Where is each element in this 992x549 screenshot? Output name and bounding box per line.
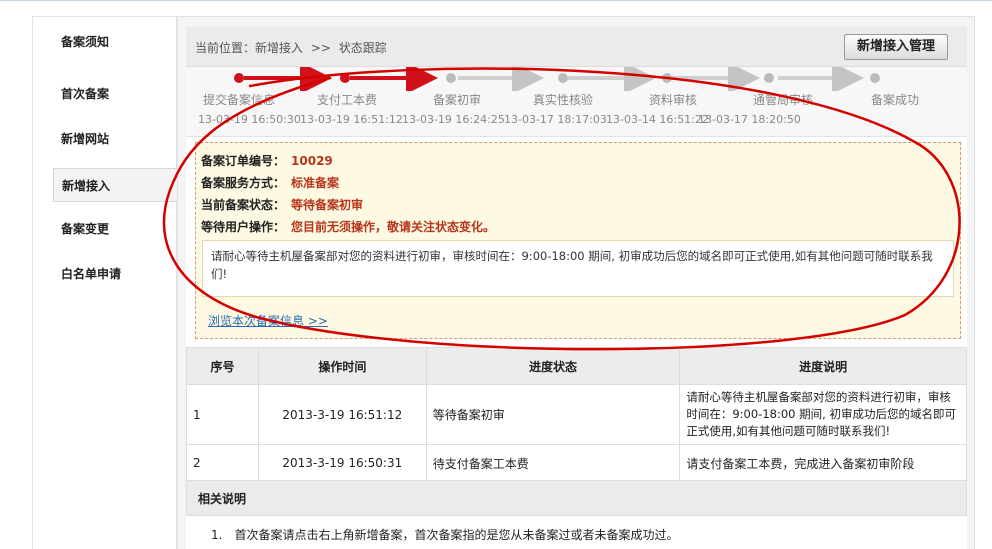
col-header-no: 序号 xyxy=(186,347,259,385)
user-action-row: 等待用户操作： 您目前无须操作，敬请关注状态变化。 xyxy=(201,218,495,235)
step-time-4: 13-03-17 18:17:03 xyxy=(504,113,607,126)
step-label-3: 备案初审 xyxy=(433,93,482,107)
cell-desc: 请耐心等待主机屋备案部对您的资料进行初审，审核时间在：9:00-18:00 期间… xyxy=(679,384,967,445)
breadcrumb-current: 状态跟踪 xyxy=(338,41,387,55)
order-number-label: 备案订单编号： xyxy=(201,154,286,168)
step-dot-1 xyxy=(234,73,244,83)
sidebar-item-add-access[interactable]: 新增接入 xyxy=(53,168,178,202)
related-note-item: 1. 首次备案请点击右上角新增备案，首次备案指的是您从未备案过或者未备案成功过。 xyxy=(211,526,678,543)
sidebar-item-filing-notice[interactable]: 备案须知 xyxy=(53,25,178,59)
step-label-7: 备案成功 xyxy=(871,93,920,107)
sidebar-item-add-website[interactable]: 新增网站 xyxy=(53,122,178,156)
related-note-text: 首次备案请点击右上角新增备案，首次备案指的是您从未备案过或者未备案成功过。 xyxy=(234,528,679,542)
step-dot-2 xyxy=(340,73,350,83)
service-method-row: 备案服务方式： 标准备案 xyxy=(201,174,339,191)
step-time-1: 13-03-19 16:50:30 xyxy=(198,113,301,126)
step-label-2: 支付工本费 xyxy=(317,93,378,107)
breadcrumb: 当前位置：新增接入 >> 状态跟踪 xyxy=(195,39,391,56)
filing-status-row: 当前备案状态： 等待备案初审 xyxy=(201,196,363,213)
step-time-5: 13-03-14 16:51:22 xyxy=(606,113,709,126)
review-notice: 请耐心等待主机屋备案部对您的资料进行初审，审核时间在：9:00-18:00 期间… xyxy=(202,240,954,297)
main-panel: 当前位置：新增接入 >> 状态跟踪 新增接入管理 提交备案信息 支付工本费 备案… xyxy=(177,16,975,549)
cell-no: 1 xyxy=(186,384,259,445)
browse-filing-info-link[interactable]: 浏览本次备案信息 >> xyxy=(208,312,328,329)
related-note-number: 1. xyxy=(211,528,223,542)
filing-info-box: 备案订单编号： 10029 备案服务方式： 标准备案 当前备案状态： 等待备案初审 等… xyxy=(195,142,961,339)
sidebar-item-first-filing[interactable]: 首次备案 xyxy=(53,77,178,111)
col-header-status: 进度状态 xyxy=(425,347,681,385)
related-notes-header: 相关说明 xyxy=(186,480,967,516)
cell-status: 等待备案初审 xyxy=(425,384,681,445)
cell-time: 2013-3-19 16:51:12 xyxy=(257,384,427,445)
filing-status-label: 当前备案状态： xyxy=(201,198,286,212)
step-label-1: 提交备案信息 xyxy=(203,93,276,107)
step-dot-5 xyxy=(662,73,672,83)
progress-table: 序号 操作时间 进度状态 进度说明 1 2013-3-19 16:51:12 等… xyxy=(186,347,967,482)
step-dot-4 xyxy=(558,73,568,83)
table-header-row: 序号 操作时间 进度状态 进度说明 xyxy=(186,347,967,385)
cell-no: 2 xyxy=(186,444,259,482)
order-number-value: 10029 xyxy=(291,154,333,168)
step-time-2: 13-03-19 16:51:12 xyxy=(300,113,403,126)
progress-steps: 提交备案信息 支付工本费 备案初审 真实性核验 资料审核 通管局审核 备案成功 … xyxy=(186,67,967,137)
step-track xyxy=(234,67,880,91)
filing-status-value: 等待备案初审 xyxy=(291,198,364,212)
user-action-value: 您目前无须操作，敬请关注状态变化。 xyxy=(291,220,496,234)
col-header-time: 操作时间 xyxy=(257,347,427,385)
cell-time: 2013-3-19 16:50:31 xyxy=(257,444,427,482)
step-time-6: 13-03-17 18:20:50 xyxy=(698,113,801,126)
user-action-label: 等待用户操作： xyxy=(201,220,286,234)
sidebar: 备案须知 首次备案 新增网站 新增接入 备案变更 白名单申请 xyxy=(32,16,178,549)
service-method-label: 备案服务方式： xyxy=(201,176,286,190)
cell-desc: 请支付备案工本费，完成进入备案初审阶段 xyxy=(679,444,967,482)
sidebar-item-whitelist[interactable]: 白名单申请 xyxy=(53,257,178,291)
table-row: 1 2013-3-19 16:51:12 等待备案初审 请耐心等待主机屋备案部对… xyxy=(186,384,967,445)
add-access-manage-button[interactable]: 新增接入管理 xyxy=(844,34,948,60)
step-dot-3 xyxy=(446,73,456,83)
step-time-3: 13-03-19 16:24:25 xyxy=(402,113,505,126)
step-dot-6 xyxy=(764,73,774,83)
step-label-6: 通管局审核 xyxy=(753,93,814,107)
top-border xyxy=(0,0,992,4)
col-header-desc: 进度说明 xyxy=(679,347,967,385)
breadcrumb-separator: >> xyxy=(310,41,331,55)
cell-status: 待支付备案工本费 xyxy=(425,444,681,482)
step-label-4: 真实性核验 xyxy=(533,93,594,107)
step-dot-7 xyxy=(870,73,880,83)
order-number-row: 备案订单编号： 10029 xyxy=(201,152,333,169)
service-method-value: 标准备案 xyxy=(291,176,340,190)
sidebar-item-filing-change[interactable]: 备案变更 xyxy=(53,212,178,246)
breadcrumb-prefix: 当前位置：新增接入 xyxy=(195,41,304,55)
step-label-5: 资料审核 xyxy=(649,93,698,107)
table-row: 2 2013-3-19 16:50:31 待支付备案工本费 请支付备案工本费，完… xyxy=(186,444,967,482)
breadcrumb-bar: 当前位置：新增接入 >> 状态跟踪 新增接入管理 xyxy=(186,27,967,67)
content-area: 当前位置：新增接入 >> 状态跟踪 新增接入管理 提交备案信息 支付工本费 备案… xyxy=(186,27,967,549)
